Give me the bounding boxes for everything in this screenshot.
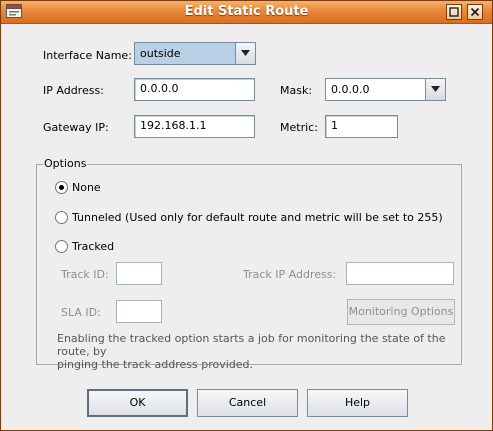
ip-address-input[interactable]: 0.0.0.0 [134,78,255,101]
radio-tunneled[interactable] [55,211,68,224]
track-ip-label: Track IP Address: [243,268,337,281]
gateway-ip-label: Gateway IP: [43,121,109,134]
sla-id-input[interactable] [116,300,162,323]
metric-input[interactable]: 1 [325,115,398,138]
ok-button[interactable]: OK [87,389,188,417]
title-bar[interactable]: Edit Static Route [1,1,492,24]
sla-id-label: SLA ID: [61,306,101,319]
chevron-down-icon [241,50,250,56]
radio-tracked-label[interactable]: Tracked [72,240,114,253]
track-id-label: Track ID: [61,268,109,281]
maximize-button[interactable] [446,4,462,20]
help-button[interactable]: Help [307,389,408,417]
ip-address-label: IP Address: [43,84,104,97]
mask-label: Mask: [280,84,313,97]
interface-name-value: outside [140,47,181,60]
radio-tunneled-label[interactable]: Tunneled (Used only for default route an… [72,211,443,224]
options-group-title: Options [43,157,88,170]
cancel-button[interactable]: Cancel [197,389,298,417]
chevron-down-icon [431,86,440,92]
mask-combo[interactable]: 0.0.0.0 [325,78,446,101]
interface-name-combo[interactable]: outside [134,42,256,65]
help-line-2: pinging the track address provided. [57,358,254,371]
tracking-help-text: Enabling the tracked option starts a job… [57,332,457,371]
dialog-window: Edit Static Route Interface Name: outsid… [0,0,493,431]
close-button[interactable] [467,4,483,20]
help-line-1: Enabling the tracked option starts a job… [57,332,446,358]
interface-dropdown-button[interactable] [235,43,255,64]
metric-label: Metric: [280,121,318,134]
close-icon [470,7,480,17]
window-title: Edit Static Route [184,4,309,19]
monitoring-options-button[interactable]: Monitoring Options [347,299,455,325]
gateway-ip-input[interactable]: 192.168.1.1 [134,115,255,138]
radio-tracked[interactable] [55,240,68,253]
radio-none[interactable] [55,181,68,194]
radio-none-label[interactable]: None [72,181,101,194]
track-ip-input[interactable] [346,262,454,285]
mask-dropdown-button[interactable] [425,79,445,100]
maximize-icon [449,7,459,17]
mask-value: 0.0.0.0 [331,83,370,96]
track-id-input[interactable] [116,262,162,285]
interface-name-label: Interface Name: [43,49,132,62]
